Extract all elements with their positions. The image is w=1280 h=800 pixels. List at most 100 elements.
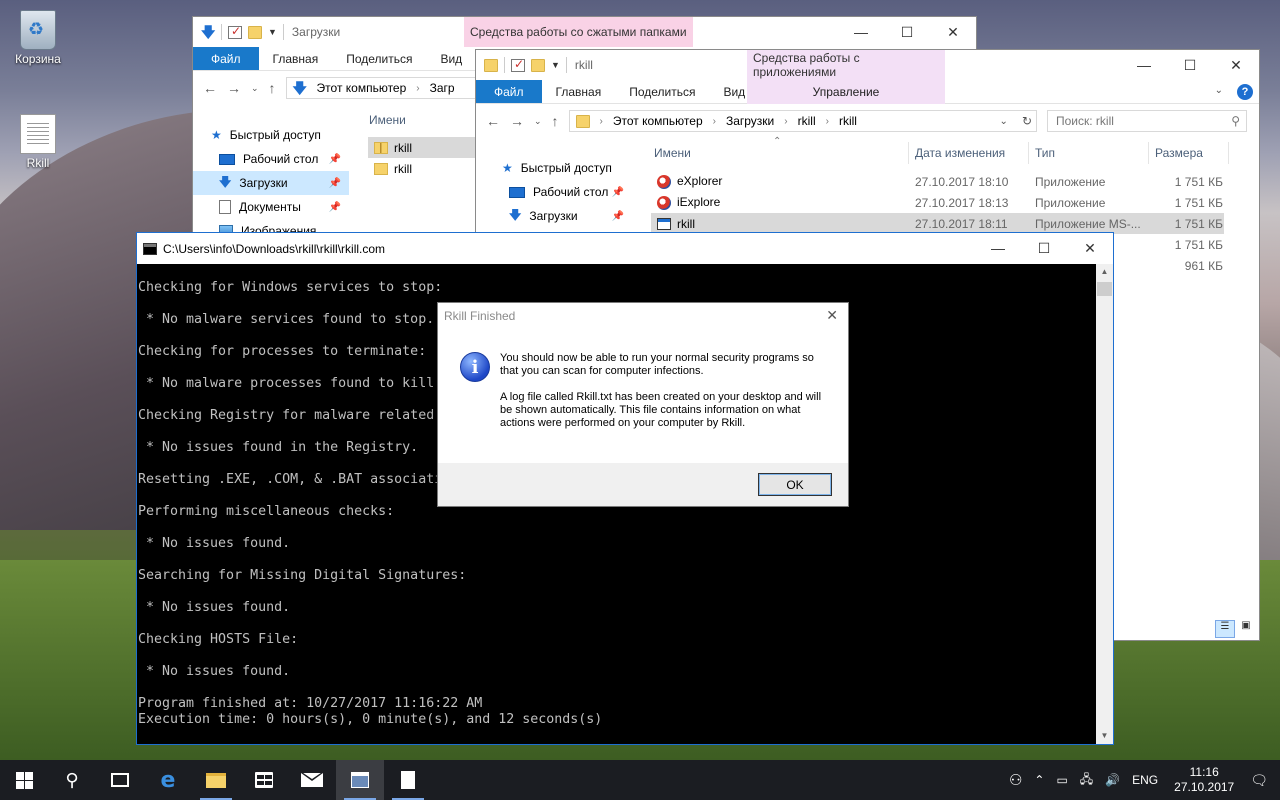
- file-row[interactable]: rkill 27.10.2017 18:11 Приложение MS-...…: [651, 213, 1224, 234]
- column-name[interactable]: Имени: [363, 109, 483, 131]
- list-item[interactable]: rkill: [368, 137, 488, 158]
- column-date[interactable]: Дата изменения: [909, 142, 1029, 164]
- tab-file[interactable]: Файл: [476, 80, 542, 103]
- title-bar[interactable]: C:\Users\info\Downloads\rkill\rkill\rkil…: [137, 233, 1113, 264]
- close-button[interactable]: ✕: [930, 17, 976, 47]
- file-row[interactable]: eXplorer 27.10.2017 18:10 Приложение 1 7…: [651, 171, 1224, 192]
- vertical-scrollbar[interactable]: ▲ ▼: [1096, 264, 1113, 744]
- up-arrow-icon[interactable]: ↑: [269, 80, 276, 96]
- nav-desktop[interactable]: Рабочий стол 📌: [193, 147, 349, 171]
- search-input[interactable]: Поиск: rkill ⚲: [1047, 110, 1247, 132]
- tab-file[interactable]: Файл: [193, 47, 259, 70]
- nav-downloads[interactable]: 🡇 Загрузки 📌: [193, 171, 349, 195]
- tab-view[interactable]: Вид: [426, 47, 476, 70]
- recent-dropdown-icon[interactable]: ⌄: [251, 83, 259, 94]
- dialog-title-bar[interactable]: Rkill Finished ✕: [438, 303, 848, 328]
- taskbar-store[interactable]: [240, 760, 288, 800]
- maximize-button[interactable]: ☐: [1021, 233, 1067, 263]
- desktop-icon-rkill[interactable]: Rkill: [4, 114, 72, 170]
- search-button[interactable]: ⚲: [48, 760, 96, 800]
- list-item[interactable]: rkill: [368, 158, 488, 179]
- chevron-right-icon[interactable]: ›: [784, 116, 787, 127]
- tab-home[interactable]: Главная: [542, 80, 616, 103]
- taskbar-notepad[interactable]: [384, 760, 432, 800]
- properties-icon[interactable]: [228, 24, 242, 39]
- minimize-button[interactable]: —: [1121, 50, 1167, 80]
- breadcrumb-item[interactable]: Этот компьютер: [317, 81, 407, 95]
- nav-desktop[interactable]: Рабочий стол 📌: [476, 180, 632, 204]
- scroll-up-icon[interactable]: ▲: [1096, 264, 1113, 280]
- column-size[interactable]: Размера: [1149, 142, 1229, 164]
- task-view-button[interactable]: [96, 760, 144, 800]
- breadcrumb-item[interactable]: Этот компьютер: [613, 114, 703, 128]
- nav-downloads[interactable]: 🡇 Загрузки 📌: [476, 204, 632, 228]
- tab-share[interactable]: Поделиться: [332, 47, 426, 70]
- customize-dropdown-icon[interactable]: ▼: [551, 60, 560, 70]
- column-type[interactable]: Тип: [1029, 142, 1149, 164]
- download-arrow-icon[interactable]: 🡇: [201, 25, 215, 39]
- back-arrow-icon[interactable]: ←: [486, 113, 500, 129]
- minimize-button[interactable]: —: [838, 17, 884, 47]
- people-icon[interactable]: ⚇: [1003, 771, 1028, 789]
- rkill-finished-dialog[interactable]: Rkill Finished ✕ i You should now be abl…: [437, 302, 849, 507]
- battery-icon[interactable]: ▭: [1050, 773, 1073, 787]
- up-arrow-icon[interactable]: ↑: [552, 113, 559, 129]
- chevron-right-icon[interactable]: ›: [416, 83, 419, 94]
- forward-arrow-icon[interactable]: →: [510, 113, 524, 129]
- scroll-down-icon[interactable]: ▼: [1096, 728, 1113, 744]
- taskbar-file-explorer[interactable]: [192, 760, 240, 800]
- clock[interactable]: 11:16 27.10.2017: [1164, 765, 1244, 795]
- volume-icon[interactable]: 🔊: [1099, 773, 1126, 787]
- nav-quick-access[interactable]: ★ Быстрый доступ: [476, 156, 632, 180]
- breadcrumb-item[interactable]: rkill: [839, 114, 857, 128]
- taskbar-mail[interactable]: [288, 760, 336, 800]
- chevron-right-icon[interactable]: ›: [826, 116, 829, 127]
- new-folder-icon[interactable]: [248, 25, 262, 39]
- nav-documents[interactable]: Документы 📌: [193, 195, 349, 219]
- maximize-button[interactable]: ☐: [884, 17, 930, 47]
- nav-quick-access[interactable]: ★ Быстрый доступ: [193, 123, 349, 147]
- breadcrumb-item[interactable]: Загр: [430, 81, 455, 95]
- tab-manage[interactable]: Управление: [747, 80, 945, 104]
- chevron-right-icon[interactable]: ›: [713, 116, 716, 127]
- address-dropdown-icon[interactable]: ⌄: [1000, 116, 1008, 127]
- breadcrumb[interactable]: › Этот компьютер › Загрузки › rkill › rk…: [568, 110, 1037, 132]
- refresh-icon[interactable]: ↻: [1022, 114, 1032, 128]
- file-row[interactable]: iExplore 27.10.2017 18:13 Приложение 1 7…: [651, 192, 1224, 213]
- new-folder-icon[interactable]: [531, 58, 545, 72]
- ok-button[interactable]: OK: [758, 473, 832, 496]
- close-button[interactable]: ✕: [1213, 50, 1259, 80]
- column-name[interactable]: Имени: [648, 142, 909, 164]
- title-bar[interactable]: 🡇 ▼ Загрузки Средства работы со сжатыми …: [193, 17, 976, 47]
- minimize-button[interactable]: —: [975, 233, 1021, 263]
- context-tab-compressed[interactable]: Средства работы со сжатыми папками: [464, 17, 693, 47]
- taskbar-console[interactable]: [336, 760, 384, 800]
- network-icon[interactable]: 🖧: [1074, 770, 1099, 791]
- breadcrumb-item[interactable]: Загрузки: [726, 114, 774, 128]
- chevron-right-icon[interactable]: ›: [600, 116, 603, 127]
- tab-home[interactable]: Главная: [259, 47, 333, 70]
- tab-share[interactable]: Поделиться: [615, 80, 709, 103]
- show-hidden-icons-icon[interactable]: ⌃: [1028, 773, 1050, 787]
- action-center-icon[interactable]: 🗨: [1244, 772, 1280, 789]
- breadcrumb-item[interactable]: rkill: [798, 114, 816, 128]
- details-view-icon[interactable]: ☰: [1215, 620, 1235, 638]
- recent-dropdown-icon[interactable]: ⌄: [534, 116, 542, 127]
- properties-icon[interactable]: [511, 57, 525, 72]
- taskbar-edge[interactable]: e: [144, 760, 192, 800]
- desktop-icon-recycle-bin[interactable]: Корзина: [4, 10, 72, 66]
- help-icon[interactable]: ?: [1237, 84, 1253, 100]
- collapse-ribbon-icon[interactable]: ⌄: [1215, 85, 1223, 96]
- maximize-button[interactable]: ☐: [1167, 50, 1213, 80]
- context-tab-application-tools[interactable]: Средства работы с приложениями: [747, 50, 945, 80]
- scrollbar-thumb[interactable]: [1097, 282, 1112, 296]
- title-bar[interactable]: ▼ rkill Средства работы с приложениями —…: [476, 50, 1259, 80]
- close-icon[interactable]: ✕: [826, 307, 838, 324]
- close-button[interactable]: ✕: [1067, 233, 1113, 263]
- forward-arrow-icon[interactable]: →: [227, 80, 241, 96]
- back-arrow-icon[interactable]: ←: [203, 80, 217, 96]
- language-indicator[interactable]: ENG: [1126, 773, 1164, 787]
- large-icons-view-icon[interactable]: ▣: [1237, 620, 1255, 638]
- start-button[interactable]: [0, 760, 48, 800]
- customize-dropdown-icon[interactable]: ▼: [268, 27, 277, 37]
